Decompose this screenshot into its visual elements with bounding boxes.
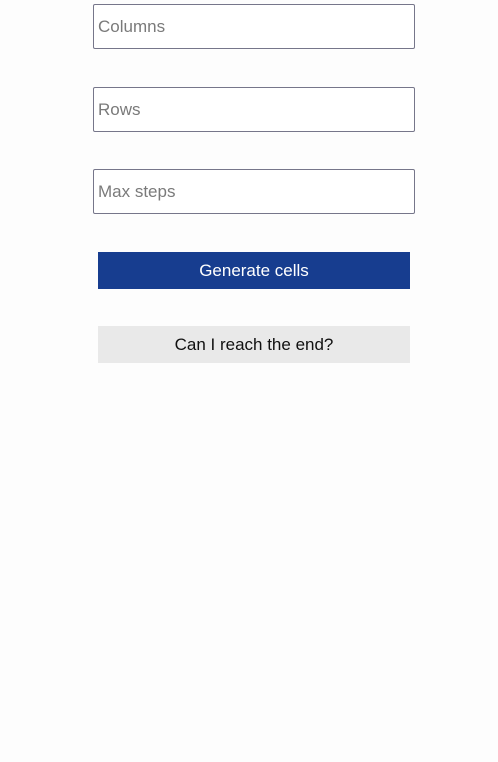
- columns-input[interactable]: [93, 4, 415, 49]
- max-steps-input[interactable]: [93, 169, 415, 214]
- generate-cells-button[interactable]: Generate cells: [98, 252, 410, 289]
- app-page: Generate cells Can I reach the end?: [0, 0, 498, 762]
- rows-input[interactable]: [93, 87, 415, 132]
- can-reach-end-button[interactable]: Can I reach the end?: [98, 326, 410, 363]
